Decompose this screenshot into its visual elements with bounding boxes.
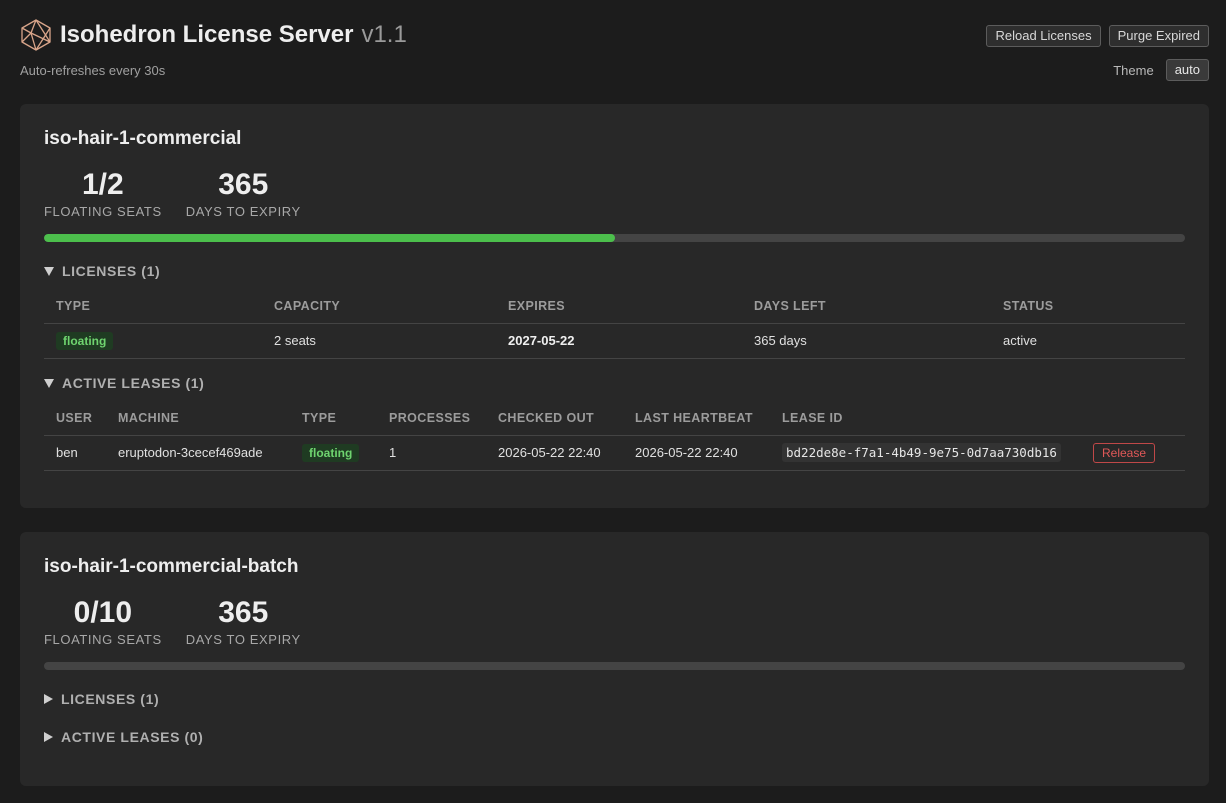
seats-label: FLOATING SEATS xyxy=(44,632,162,647)
license-type-badge: floating xyxy=(56,331,114,350)
col-actions xyxy=(1081,401,1185,436)
seats-value: 1/2 xyxy=(82,168,124,201)
brand: Isohedron License Server v1.1 xyxy=(20,18,407,52)
col-status: STATUS xyxy=(991,289,1185,324)
table-header-row: USER MACHINE TYPE PROCESSES CHECKED OUT … xyxy=(44,401,1185,436)
license-expires: 2027-05-22 xyxy=(496,323,742,359)
days-value: 365 xyxy=(218,168,269,201)
col-expires: EXPIRES xyxy=(496,289,742,324)
days-label: DAYS TO EXPIRY xyxy=(185,632,301,647)
pool-stats: 0/10 FLOATING SEATS 365 DAYS TO EXPIRY xyxy=(44,596,301,647)
icosahedron-logo-icon xyxy=(21,19,51,51)
col-checked-out: CHECKED OUT xyxy=(486,401,623,436)
pool-card: iso-hair-1-commercial-batch 0/10 FLOATIN… xyxy=(20,532,1209,786)
page-header: Isohedron License Server v1.1 Auto-refre… xyxy=(20,18,1209,81)
lease-user: ben xyxy=(44,435,106,471)
table-header-row: TYPE CAPACITY EXPIRES DAYS LEFT STATUS xyxy=(44,289,1185,324)
triangle-right-icon xyxy=(44,732,53,742)
lease-type-badge: floating xyxy=(302,443,360,462)
col-type: TYPE xyxy=(290,401,377,436)
pool-name: iso-hair-1-commercial xyxy=(44,128,242,149)
col-type: TYPE xyxy=(44,289,262,324)
seat-usage-bar xyxy=(44,662,1185,670)
pool-card: iso-hair-1-commercial 1/2 FLOATING SEATS… xyxy=(20,104,1209,508)
purge-expired-button[interactable]: Purge Expired xyxy=(1108,25,1209,47)
stat-floating-seats: 1/2 FLOATING SEATS xyxy=(44,168,162,219)
theme-toggle-button[interactable]: auto xyxy=(1165,59,1209,81)
app-title: Isohedron License Server xyxy=(60,21,354,48)
col-last-heartbeat: LAST HEARTBEAT xyxy=(623,401,770,436)
stat-days-to-expiry: 365 DAYS TO EXPIRY xyxy=(186,168,301,219)
col-capacity: CAPACITY xyxy=(262,289,496,324)
days-label: DAYS TO EXPIRY xyxy=(185,204,301,219)
lease-id: bd22de8e-f7a1-4b49-9e75-0d7aa730db16 xyxy=(782,443,1061,462)
triangle-right-icon xyxy=(44,694,53,704)
leases-table: USER MACHINE TYPE PROCESSES CHECKED OUT … xyxy=(44,401,1185,471)
triangle-down-icon xyxy=(44,378,54,388)
theme-control: Theme auto xyxy=(1113,59,1209,81)
table-row: ben eruptodon-3cecef469ade floating 1 20… xyxy=(44,435,1185,471)
reload-licenses-button[interactable]: Reload Licenses xyxy=(986,25,1101,47)
leases-header: ACTIVE LEASES (1) xyxy=(62,375,205,391)
licenses-toggle[interactable]: LICENSES (1) xyxy=(44,263,160,279)
triangle-down-icon xyxy=(44,266,54,276)
col-lease-id: LEASE ID xyxy=(770,401,1081,436)
license-status: active xyxy=(991,323,1185,359)
licenses-table: TYPE CAPACITY EXPIRES DAYS LEFT STATUS f… xyxy=(44,289,1185,359)
release-button[interactable]: Release xyxy=(1093,442,1156,463)
header-actions: Reload Licenses Purge Expired xyxy=(986,25,1209,47)
license-capacity: 2 seats xyxy=(262,323,496,359)
app-version: v1.1 xyxy=(361,21,407,48)
seat-usage-bar xyxy=(44,234,1185,242)
lease-machine: eruptodon-3cecef469ade xyxy=(106,435,290,471)
pool-name: iso-hair-1-commercial-batch xyxy=(44,556,299,577)
leases-header: ACTIVE LEASES (0) xyxy=(61,729,204,745)
license-days-left: 365 days xyxy=(742,323,991,359)
lease-processes: 1 xyxy=(377,435,486,471)
col-machine: MACHINE xyxy=(106,401,290,436)
seats-label: FLOATING SEATS xyxy=(44,204,162,219)
seat-usage-fill xyxy=(44,234,615,242)
theme-label: Theme xyxy=(1113,62,1154,78)
stat-days-to-expiry: 365 DAYS TO EXPIRY xyxy=(186,596,301,647)
licenses-header: LICENSES (1) xyxy=(61,691,160,707)
licenses-header: LICENSES (1) xyxy=(62,263,161,279)
col-processes: PROCESSES xyxy=(377,401,486,436)
lease-checked-out: 2026-05-22 22:40 xyxy=(486,435,623,471)
col-days-left: DAYS LEFT xyxy=(742,289,991,324)
pool-stats: 1/2 FLOATING SEATS 365 DAYS TO EXPIRY xyxy=(44,168,301,219)
lease-last-heartbeat: 2026-05-22 22:40 xyxy=(623,435,770,471)
refresh-note: Auto-refreshes every 30s xyxy=(20,63,166,78)
leases-toggle[interactable]: ACTIVE LEASES (1) xyxy=(44,375,204,391)
col-user: USER xyxy=(44,401,106,436)
table-row: floating 2 seats 2027-05-22 365 days act… xyxy=(44,323,1185,359)
stat-floating-seats: 0/10 FLOATING SEATS xyxy=(44,596,162,647)
licenses-toggle[interactable]: LICENSES (1) xyxy=(44,691,159,707)
days-value: 365 xyxy=(218,596,269,629)
seats-value: 0/10 xyxy=(73,596,133,629)
leases-toggle[interactable]: ACTIVE LEASES (0) xyxy=(44,729,203,745)
